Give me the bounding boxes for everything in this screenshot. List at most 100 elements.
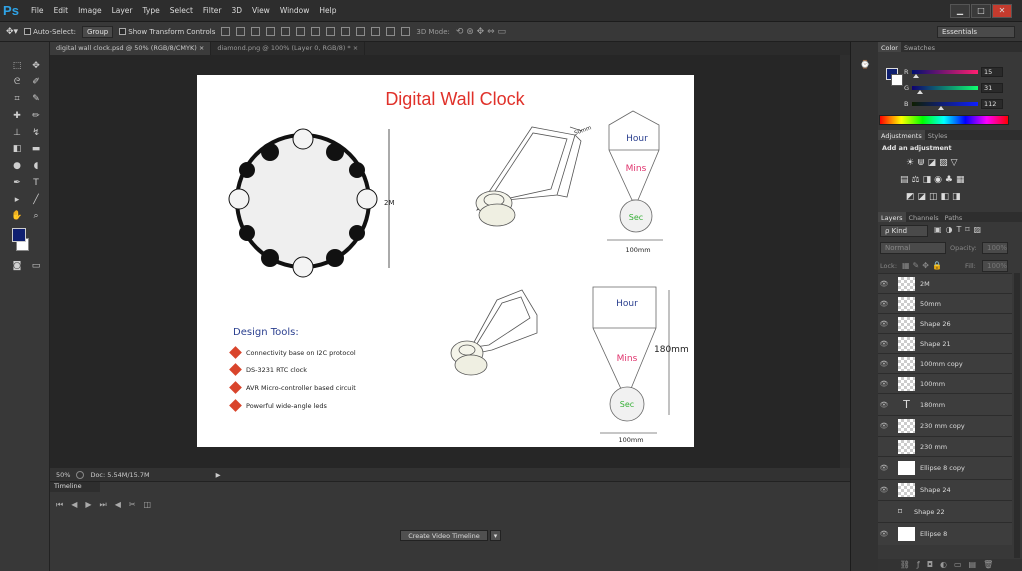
zoom-tool-icon[interactable]: ⌕ <box>29 210 43 222</box>
auto-select-checkbox[interactable]: Auto-Select: <box>24 28 76 36</box>
auto-select-dropdown[interactable]: Group <box>81 25 114 38</box>
distribute-bottom-icon[interactable] <box>341 27 351 36</box>
visibility-eye-icon[interactable]: 👁 <box>878 486 890 494</box>
minimize-button[interactable]: ▁ <box>950 3 970 18</box>
b-slider-marker[interactable] <box>938 106 945 110</box>
layer-row[interactable]: 230 mm <box>878 436 1012 456</box>
align-vcenter-icon[interactable] <box>236 27 246 36</box>
crop-tool-icon[interactable]: ⌗ <box>10 93 24 105</box>
brush-tool-icon[interactable]: ✏ <box>29 110 43 122</box>
opacity-value[interactable]: 100% <box>982 242 1008 254</box>
adjustment-icons-row-2[interactable]: ▤⚖◨◉♣▦ <box>900 175 968 185</box>
eyedropper-tool-icon[interactable]: ✎ <box>29 93 43 105</box>
menu-filter[interactable]: Filter <box>198 6 227 15</box>
menu-select[interactable]: Select <box>165 6 198 15</box>
quick-select-tool-icon[interactable]: ✐ <box>29 76 43 88</box>
menu-file[interactable]: File <box>26 6 49 15</box>
status-info-icon[interactable] <box>76 470 85 479</box>
3d-tools-icon[interactable]: ⟲ ⊛ ✥ ⇔ ▭ <box>456 27 506 37</box>
close-window-button[interactable]: ✕ <box>992 3 1012 18</box>
close-tab-icon[interactable]: × <box>199 44 204 52</box>
timeline-dropdown-icon[interactable]: ▾ <box>490 530 501 541</box>
screen-mode-icon[interactable]: ▭ <box>29 260 43 272</box>
status-arrow-icon[interactable]: ▶ <box>216 471 221 479</box>
layer-row[interactable]: 👁 Shape 21 <box>878 333 1012 353</box>
dodge-tool-icon[interactable]: ◖ <box>29 160 43 172</box>
tab-digital-wall-clock[interactable]: digital wall clock.psd @ 50% (RGB/8/CMYK… <box>50 42 212 55</box>
visibility-eye-icon[interactable]: 👁 <box>878 280 890 288</box>
quick-mask-icon[interactable]: ◙ <box>10 260 24 272</box>
type-tool-icon[interactable]: T <box>29 177 43 189</box>
layer-row[interactable]: 👁 50mm <box>878 293 1012 313</box>
visibility-eye-icon[interactable]: 👁 <box>878 380 890 388</box>
pen-tool-icon[interactable]: ✒ <box>10 177 24 189</box>
distribute-right-icon[interactable] <box>386 27 396 36</box>
create-video-timeline-button[interactable]: Create Video Timeline <box>400 530 488 541</box>
lasso-tool-icon[interactable]: ᘓ <box>10 76 24 88</box>
visibility-eye-icon[interactable]: 👁 <box>878 530 890 538</box>
distribute-left-icon[interactable] <box>356 27 366 36</box>
tab-channels[interactable]: Channels <box>906 212 942 222</box>
auto-align-icon[interactable] <box>401 27 411 36</box>
r-value[interactable]: 15 <box>981 67 1003 77</box>
menu-help[interactable]: Help <box>314 6 341 15</box>
layer-row[interactable]: 👁 Shape 24 <box>878 479 1012 500</box>
layer-row[interactable]: 👁 2M <box>878 273 1012 293</box>
line-tool-icon[interactable]: ╱ <box>29 194 43 206</box>
visibility-eye-icon[interactable]: 👁 <box>878 464 890 472</box>
align-bottom-icon[interactable] <box>251 27 261 36</box>
adjustment-icons-row-3[interactable]: ◩◪◫◧◨ <box>906 192 964 202</box>
tab-styles[interactable]: Styles <box>925 130 951 140</box>
layer-kind-filter[interactable]: ρ Kind <box>880 225 928 237</box>
g-slider-marker[interactable] <box>916 90 923 94</box>
menu-3d[interactable]: 3D <box>226 6 247 15</box>
visibility-eye-icon[interactable]: 👁 <box>878 320 890 328</box>
align-left-icon[interactable] <box>266 27 276 36</box>
tab-diamond[interactable]: diamond.png @ 100% (Layer 0, RGB/8) * × <box>211 42 366 55</box>
r-slider-marker[interactable] <box>912 74 919 78</box>
fill-value[interactable]: 100% <box>982 260 1008 272</box>
color-spectrum-bar[interactable] <box>879 115 1009 125</box>
menu-window[interactable]: Window <box>275 6 315 15</box>
visibility-eye-icon[interactable]: 👁 <box>878 360 890 368</box>
menu-image[interactable]: Image <box>73 6 107 15</box>
layer-filter-icons[interactable]: ▣◑T⌑▨ <box>934 225 985 234</box>
move-tool-icon[interactable]: ✥▾ <box>6 27 18 37</box>
menu-type[interactable]: Type <box>138 6 165 15</box>
history-panel-icon[interactable]: ⌚ <box>860 60 870 69</box>
color-panel-background[interactable] <box>891 74 903 86</box>
layer-row[interactable]: 👁 T 180mm <box>878 393 1012 415</box>
menu-view[interactable]: View <box>247 6 275 15</box>
stamp-tool-icon[interactable]: ⊥ <box>10 127 24 139</box>
tab-color[interactable]: Color <box>878 42 901 52</box>
blur-tool-icon[interactable]: ● <box>10 160 24 172</box>
distribute-vcenter-icon[interactable] <box>326 27 336 36</box>
visibility-eye-icon[interactable]: 👁 <box>878 300 890 308</box>
visibility-eye-icon[interactable]: 👁 <box>878 340 890 348</box>
tab-layers[interactable]: Layers <box>878 212 906 222</box>
marquee-tool-icon[interactable]: ⬚ <box>10 60 24 72</box>
b-slider[interactable] <box>912 102 978 106</box>
layers-footer-icons[interactable]: ⛓ƒ◘◐▭▤🗑 <box>878 559 1022 571</box>
menu-edit[interactable]: Edit <box>49 6 74 15</box>
hand-tool-icon[interactable]: ✋ <box>10 210 24 222</box>
distribute-top-icon[interactable] <box>311 27 321 36</box>
zoom-level[interactable]: 50% <box>56 471 70 479</box>
vertical-scrollbar[interactable] <box>840 55 850 468</box>
document-canvas[interactable]: Digital Wall Clock 2M 50mm Hour Mins Sec… <box>197 75 694 447</box>
adjustment-icons-row-1[interactable]: ☀⋓◪▨▽ <box>906 158 961 168</box>
r-slider[interactable] <box>912 70 978 74</box>
distribute-hcenter-icon[interactable] <box>371 27 381 36</box>
timeline-tab[interactable]: Timeline <box>50 482 100 492</box>
healing-tool-icon[interactable]: ✚ <box>10 110 24 122</box>
layer-row[interactable]: 👁 Ellipse 8 <box>878 522 1012 545</box>
tab-adjustments[interactable]: Adjustments <box>878 130 925 140</box>
move-tool-icon[interactable]: ✥ <box>29 60 43 72</box>
path-select-tool-icon[interactable]: ▸ <box>10 194 24 206</box>
close-tab-icon[interactable]: × <box>353 44 358 52</box>
layer-row[interactable]: ⌑ Shape 22 <box>878 500 1012 522</box>
tab-swatches[interactable]: Swatches <box>901 42 938 52</box>
eraser-tool-icon[interactable]: ◧ <box>10 143 24 155</box>
gradient-tool-icon[interactable]: ▬ <box>29 143 43 155</box>
layer-row[interactable]: 👁 230 mm copy <box>878 415 1012 436</box>
